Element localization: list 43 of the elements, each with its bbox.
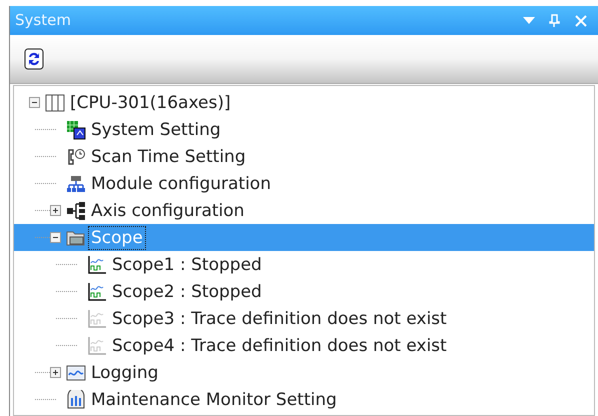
hierarchy-icon <box>66 200 86 220</box>
chart-icon <box>87 308 107 328</box>
expand-icon[interactable] <box>50 205 61 216</box>
tree-row[interactable]: Logging <box>14 359 594 386</box>
rack-icon <box>45 92 65 112</box>
tree-label: Axis configuration <box>90 200 246 222</box>
tree-label: Maintenance Monitor Setting <box>90 388 338 412</box>
collapse-icon[interactable] <box>50 232 61 243</box>
tree-row[interactable]: [CPU-301(16axes)] <box>14 89 594 116</box>
grid-window-icon <box>66 120 86 140</box>
tree-label: Scope4 : Trace definition does not exist <box>111 334 448 358</box>
stopwatch-icon <box>66 146 86 166</box>
tree-label: Module configuration <box>90 172 272 196</box>
network-icon <box>66 174 86 194</box>
chart-icon <box>87 254 107 274</box>
chart-window-icon <box>66 362 86 382</box>
tree-label: [CPU-301(16axes)] <box>69 92 232 114</box>
tree-label: Scope <box>88 226 146 250</box>
tree-row[interactable]: Maintenance Monitor Setting <box>14 386 594 413</box>
tree-row[interactable]: System Setting <box>14 116 594 143</box>
refresh-icon[interactable] <box>24 48 44 70</box>
dropdown-icon[interactable] <box>523 16 535 24</box>
tree-row[interactable]: Scope4 : Trace definition does not exist <box>14 332 594 359</box>
tree-row[interactable]: Scope3 : Trace definition does not exist <box>14 305 594 332</box>
window-title: System <box>15 10 72 32</box>
expand-icon[interactable] <box>50 367 61 378</box>
tree-row[interactable]: Scan Time Setting <box>14 143 594 170</box>
tree-label: Scope1 : Stopped <box>111 254 263 276</box>
tree-row[interactable]: Axis configuration <box>14 197 594 224</box>
tree-label: Logging <box>90 362 160 384</box>
tree-row[interactable]: Scope2 : Stopped <box>14 278 594 305</box>
chart-icon <box>87 336 107 356</box>
tree-label: Scope3 : Trace definition does not exist <box>111 308 448 330</box>
collapse-icon[interactable] <box>29 97 40 108</box>
gauge-icon <box>66 390 86 410</box>
tree-label: Scope2 : Stopped <box>111 280 263 304</box>
chart-icon <box>87 282 107 302</box>
tree-row[interactable]: Scope1 : Stopped <box>14 251 594 278</box>
pin-icon[interactable] <box>549 14 560 27</box>
tree-label: Scan Time Setting <box>90 146 247 168</box>
close-icon[interactable] <box>575 14 587 26</box>
tree-row[interactable]: Module configuration <box>14 170 594 197</box>
tree-label: System Setting <box>90 118 222 142</box>
